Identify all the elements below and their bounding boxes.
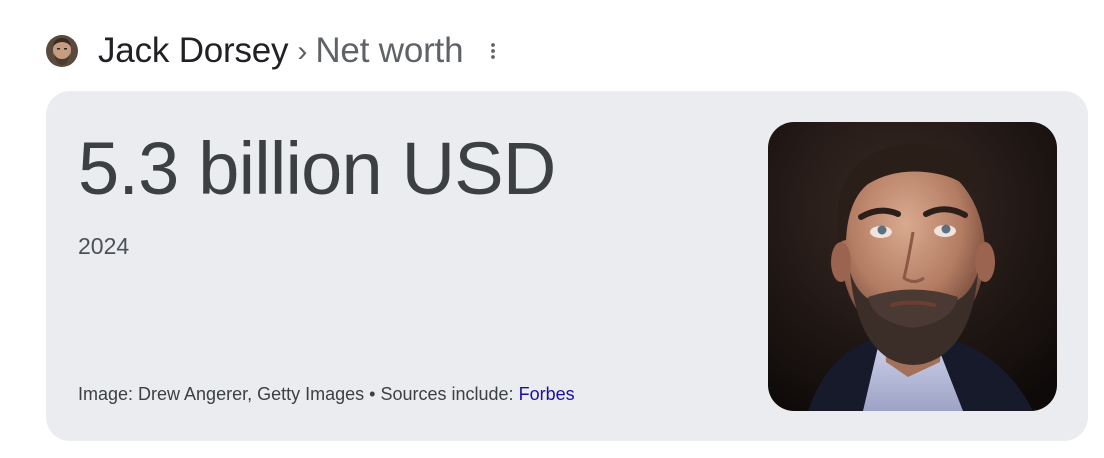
portrait-photo[interactable] — [768, 122, 1057, 411]
image-credit-text: Image: Drew Angerer, Getty Images — [78, 384, 365, 404]
breadcrumb-separator: › — [297, 35, 308, 68]
credit-bullet: • — [369, 384, 376, 404]
source-link-forbes[interactable]: Forbes — [519, 384, 575, 404]
person-avatar-icon — [46, 35, 78, 67]
entity-link[interactable]: Jack Dorsey — [98, 31, 289, 71]
net-worth-value: 5.3 billion USD — [78, 127, 556, 210]
attribute-label: Net worth — [315, 31, 464, 70]
avatar[interactable] — [46, 35, 78, 67]
portrait-image — [768, 122, 1057, 411]
net-worth-year: 2024 — [78, 233, 130, 259]
breadcrumb: Jack Dorsey › Net worth — [46, 28, 501, 74]
sources-label: Sources include: — [380, 384, 514, 404]
more-options-button[interactable] — [485, 36, 501, 66]
more-vertical-icon — [491, 43, 496, 59]
image-credits: Image: Drew Angerer, Getty Images • Sour… — [78, 384, 575, 405]
net-worth-card: 5.3 billion USD 2024 Image: Drew Angerer… — [46, 91, 1088, 441]
